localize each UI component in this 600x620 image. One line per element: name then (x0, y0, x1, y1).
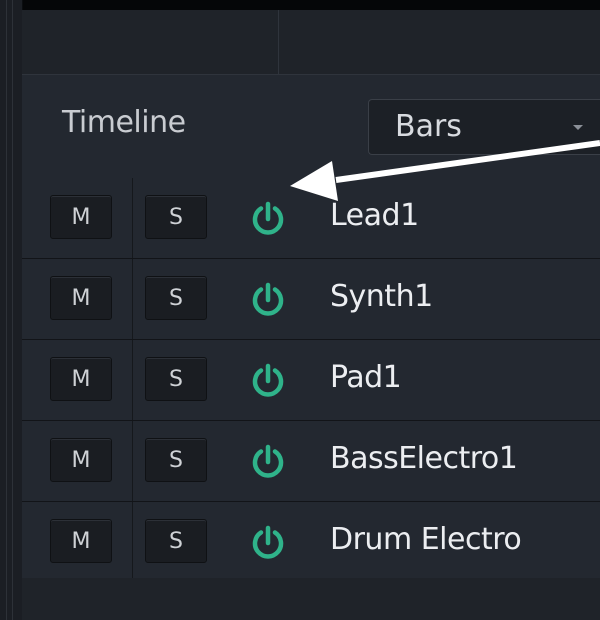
mute-button[interactable]: M (50, 519, 112, 563)
timeline-toolbar: Timeline Bars (22, 74, 600, 180)
track-row[interactable]: M S Pad1 (22, 340, 600, 421)
power-icon[interactable] (248, 198, 288, 238)
units-dropdown[interactable]: Bars (368, 99, 600, 155)
track-row[interactable]: M S Synth1 (22, 259, 600, 340)
solo-button[interactable]: S (145, 438, 207, 482)
left-rail (0, 0, 23, 620)
track-name[interactable]: Pad1 (330, 360, 402, 395)
solo-button[interactable]: S (145, 195, 207, 239)
mute-button[interactable]: M (50, 195, 112, 239)
power-icon[interactable] (248, 522, 288, 562)
mute-button[interactable]: M (50, 438, 112, 482)
solo-button[interactable]: S (145, 357, 207, 401)
track-row[interactable]: M S Lead1 (22, 178, 600, 259)
tracks-panel: Timeline Bars M S Lead1 M S Synth1 M S P… (22, 10, 600, 620)
power-icon[interactable] (248, 279, 288, 319)
power-icon[interactable] (248, 441, 288, 481)
timeline-label: Timeline (62, 105, 186, 140)
track-name[interactable]: Synth1 (330, 279, 433, 314)
track-name[interactable]: Drum Electro (330, 522, 522, 557)
panel-footer (22, 578, 600, 620)
units-dropdown-value: Bars (395, 109, 462, 144)
rail-divider (6, 0, 7, 620)
mute-button[interactable]: M (50, 276, 112, 320)
track-list: M S Lead1 M S Synth1 M S Pad1 M S BassEl… (22, 178, 600, 583)
top-bar-divider (278, 10, 279, 74)
track-name[interactable]: Lead1 (330, 198, 419, 233)
track-name[interactable]: BassElectro1 (330, 441, 518, 476)
rail-divider (12, 0, 13, 620)
solo-button[interactable]: S (145, 276, 207, 320)
power-icon[interactable] (248, 360, 288, 400)
panel-top-bar (22, 10, 600, 74)
track-row[interactable]: M S Drum Electro (22, 502, 600, 583)
solo-button[interactable]: S (145, 519, 207, 563)
chevron-down-icon[interactable] (573, 125, 583, 130)
mute-button[interactable]: M (50, 357, 112, 401)
track-row[interactable]: M S BassElectro1 (22, 421, 600, 502)
